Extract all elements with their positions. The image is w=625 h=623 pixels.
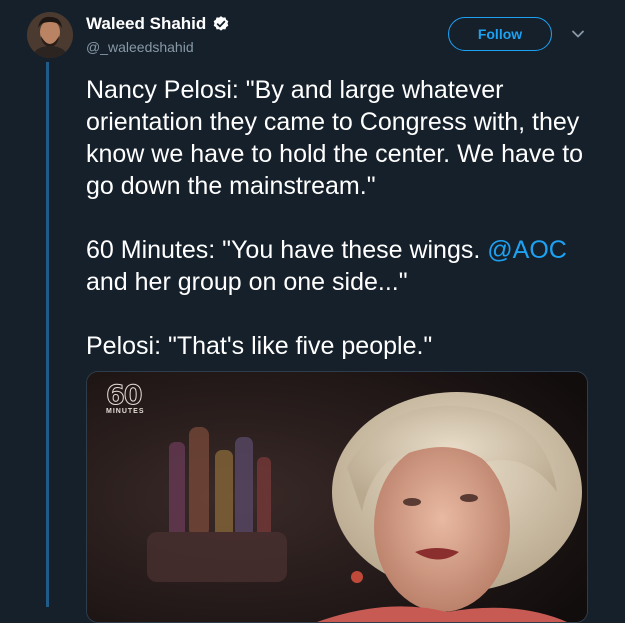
avatar[interactable] <box>27 12 73 58</box>
thread-line <box>46 62 49 607</box>
user-handle[interactable]: @_waleedshahid <box>86 39 194 55</box>
mention-link-aoc[interactable]: @AOC <box>487 236 567 264</box>
tweet-text: Nancy Pelosi: "By and large whatever ori… <box>86 74 606 394</box>
tweet-paragraph-2: 60 Minutes: "You have these wings. @AOC … <box>86 234 606 298</box>
tweet-p2-suffix: and her group on one side..." <box>86 268 408 296</box>
video-media[interactable]: 60 MINUTES <box>86 371 588 623</box>
verified-badge-icon <box>212 15 230 33</box>
tweet-p2-prefix: 60 Minutes: "You have these wings. <box>86 236 488 264</box>
sixty-minutes-logo: 60 MINUTES <box>106 380 145 416</box>
logo-word: MINUTES <box>106 408 145 415</box>
display-name-text: Waleed Shahid <box>86 14 207 33</box>
tweet-paragraph-3: Pelosi: "That's like five people." <box>86 332 433 360</box>
follow-button[interactable]: Follow <box>448 17 552 51</box>
video-frame-image <box>87 372 587 622</box>
chevron-down-icon[interactable] <box>569 25 587 43</box>
logo-number: 60 <box>106 380 144 411</box>
tweet-paragraph-1: Nancy Pelosi: "By and large whatever ori… <box>86 76 584 200</box>
display-name[interactable]: Waleed Shahid <box>86 14 230 34</box>
